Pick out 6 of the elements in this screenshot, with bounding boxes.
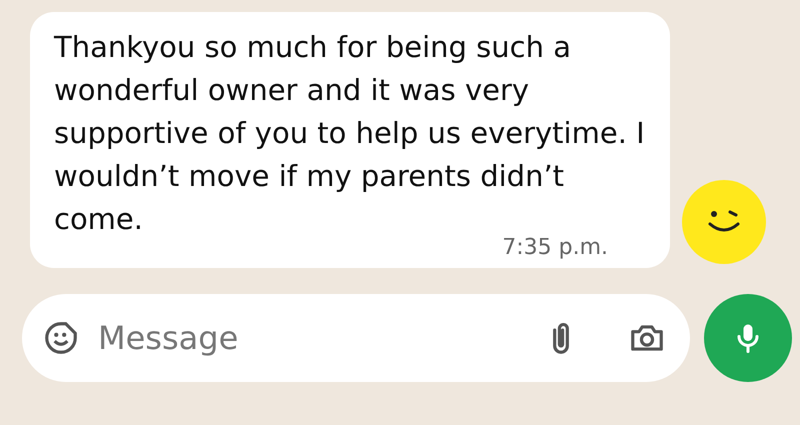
smiley-icon (682, 180, 766, 264)
message-field[interactable]: Message (96, 318, 526, 358)
message-text: Thankyou so much for being such a wonderful owner and it was very supportive of you to help us everytime. I wouldn’t move if my parents didn’t come. (54, 29, 646, 238)
message-input-bar[interactable]: Message (22, 294, 690, 382)
sticker-icon[interactable] (42, 319, 80, 357)
message-time: 7:35 p.m. (502, 235, 608, 260)
